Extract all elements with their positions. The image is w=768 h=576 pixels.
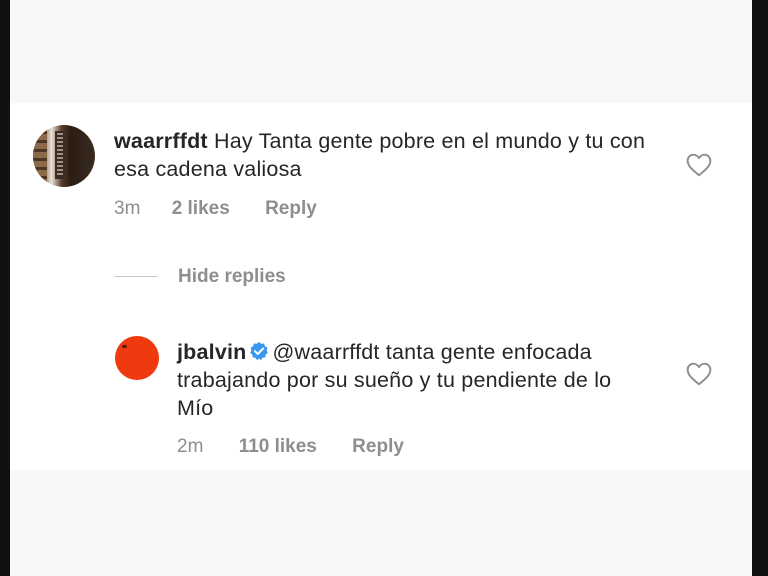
- avatar[interactable]: [115, 336, 159, 380]
- reply-mention[interactable]: @waarrffdt: [273, 340, 380, 364]
- reply-time: 2m: [177, 436, 204, 457]
- reply-username[interactable]: jbalvin: [177, 340, 247, 364]
- verified-badge-icon: [249, 342, 268, 361]
- hide-replies-label[interactable]: Hide replies: [178, 266, 286, 288]
- comment-reply-button[interactable]: Reply: [265, 198, 317, 220]
- comment-body: waarrffdt Hay Tanta gente pobre en el mu…: [114, 127, 654, 183]
- comment-likes[interactable]: 2 likes: [172, 198, 230, 220]
- comment-time: 3m: [114, 198, 141, 219]
- comment-username[interactable]: waarrffdt: [114, 129, 208, 153]
- book-spine-image: [57, 133, 63, 177]
- reply-body: jbalvin @waarrffdt tanta gente enfocada …: [177, 338, 647, 422]
- reply-reply-button[interactable]: Reply: [352, 436, 404, 458]
- bookshelf-image: [33, 125, 47, 187]
- like-heart-icon[interactable]: [686, 362, 712, 386]
- comment-thread: waarrffdt Hay Tanta gente pobre en el mu…: [10, 103, 752, 470]
- reply-meta: 2m 110 likes Reply: [177, 436, 404, 458]
- avatar-mark: [122, 345, 127, 348]
- avatar[interactable]: [33, 125, 95, 187]
- reply-likes[interactable]: 110 likes: [239, 436, 317, 458]
- comment-meta: 3m 2 likes Reply: [114, 198, 317, 220]
- like-heart-icon[interactable]: [686, 153, 712, 177]
- replies-divider: [114, 276, 158, 277]
